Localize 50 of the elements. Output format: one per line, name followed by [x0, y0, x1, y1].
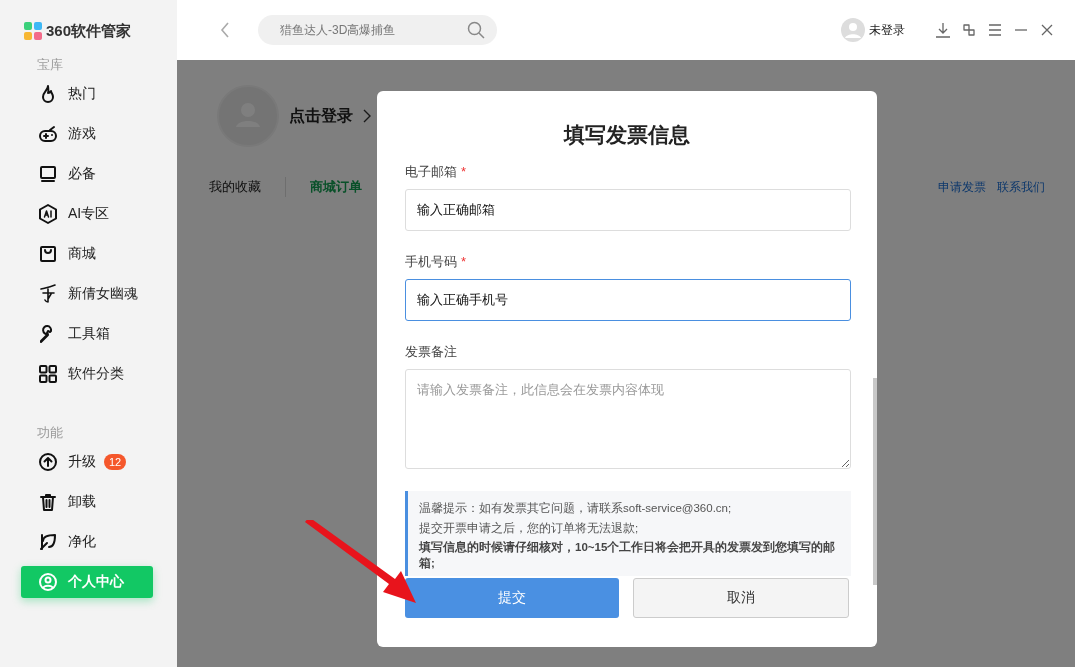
login-link[interactable]: 点击登录: [289, 105, 353, 127]
gamepad-icon: [38, 124, 58, 144]
dialog-title: 填写发票信息: [562, 122, 691, 148]
scrollbar[interactable]: [873, 378, 877, 585]
ai-icon: [38, 204, 58, 224]
sidebar-item[interactable]: 升级 12: [21, 446, 153, 478]
bag-icon: [38, 244, 58, 264]
download-icon[interactable]: [935, 22, 951, 38]
required-mark: *: [461, 164, 467, 179]
logo-icon: [24, 22, 42, 40]
person-icon: [38, 572, 58, 592]
leaf-icon: [38, 532, 58, 552]
sidebar-item[interactable]: 工具箱: [21, 318, 153, 350]
grid-icon: [38, 364, 58, 384]
required-mark: *: [461, 254, 467, 269]
app-title: 360软件管家: [46, 21, 132, 41]
close-icon[interactable]: [1039, 22, 1055, 38]
tab[interactable]: 我的收藏: [209, 178, 261, 196]
link-icon[interactable]: [961, 22, 977, 38]
trash-icon: [38, 492, 58, 512]
sidebar-item[interactable]: 商城: [21, 238, 153, 270]
sidebar-item[interactable]: 净化: [21, 526, 153, 558]
remarks-field[interactable]: 请输入发票备注，此信息会在发票内容体现: [405, 369, 851, 469]
chevron-icon: [363, 109, 371, 123]
sidebar-item[interactable]: 软件分类: [21, 358, 153, 390]
field-label: 发票备注: [405, 343, 457, 361]
menu-icon[interactable]: [987, 22, 1003, 38]
count-badge: 12: [104, 454, 127, 470]
monitor-icon: [38, 164, 58, 184]
sidebar-item[interactable]: AI专区: [21, 198, 153, 230]
back-icon[interactable]: [220, 22, 230, 38]
section-heading: 宝库: [36, 56, 64, 74]
up-icon: [38, 452, 58, 472]
field-label: 手机号码: [405, 253, 457, 271]
search-field[interactable]: 猎鱼达人-3D高爆捕鱼: [258, 15, 497, 45]
sidebar-item[interactable]: 热门: [21, 78, 153, 110]
input-field[interactable]: 输入正确手机号: [405, 279, 851, 321]
sidebar-item[interactable]: 卸载: [21, 486, 153, 518]
field-label: 电子邮箱: [405, 163, 457, 181]
section-heading: 功能: [36, 424, 64, 442]
notice-text: 填写信息的时候请仔细核对，10~15个工作日将会把开具的发票发到您填写的邮箱;: [419, 540, 837, 571]
sidebar-item[interactable]: 新倩女幽魂: [21, 278, 153, 310]
input-field[interactable]: 输入正确邮箱: [405, 189, 851, 231]
notice-text: 温馨提示：如有发票其它问题，请联系soft-service@360.cn;: [419, 501, 733, 516]
notice-text: 提交开票申请之后，您的订单将无法退款;: [419, 520, 640, 536]
sidebar-item[interactable]: 必备: [21, 158, 153, 190]
sidebar-item[interactable]: 游戏: [21, 118, 153, 150]
cancel-button[interactable]: 取消: [633, 578, 849, 618]
search-icon: [467, 21, 485, 39]
login-status[interactable]: 未登录: [869, 21, 905, 39]
